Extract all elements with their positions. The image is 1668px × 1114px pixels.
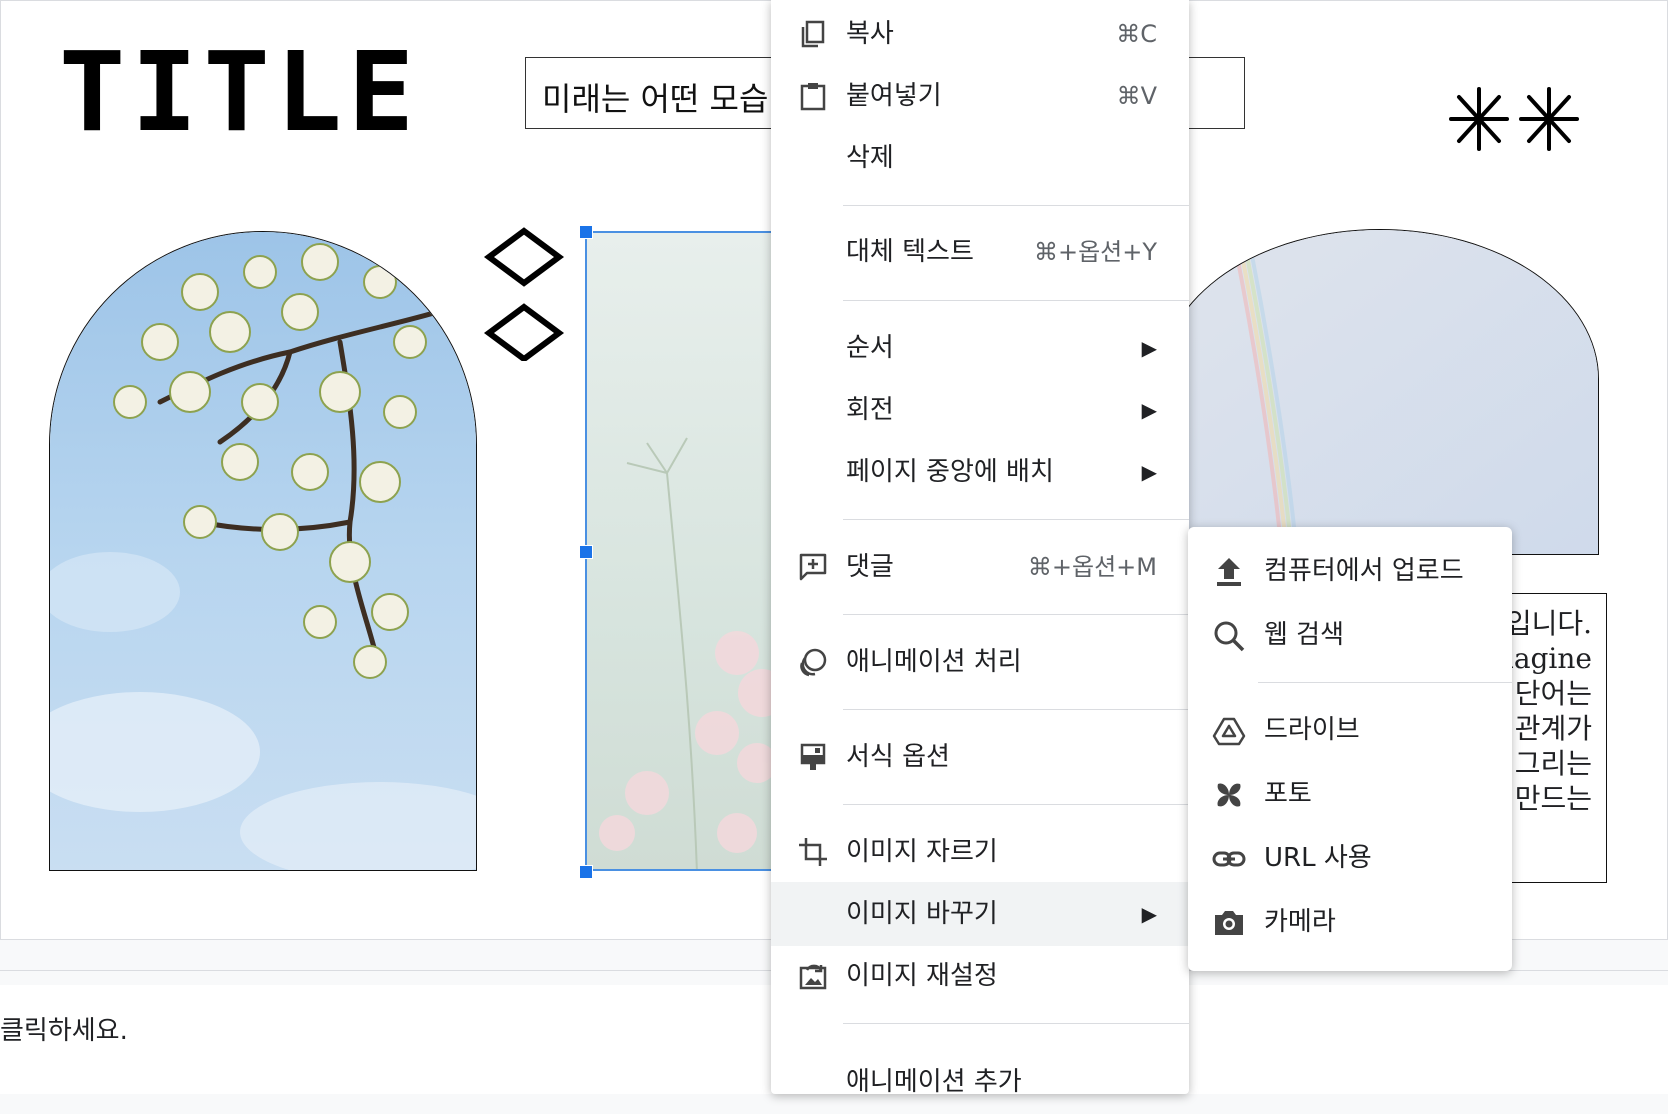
selected-flower-image[interactable] bbox=[585, 231, 785, 871]
menu-item-delete[interactable]: 삭제 bbox=[771, 126, 1189, 190]
menu-label-reset-image: 이미지 재설정 bbox=[846, 961, 998, 991]
submenu-label-upload: 컴퓨터에서 업로드 bbox=[1264, 556, 1464, 586]
submenu-arrow-icon: ▶ bbox=[1141, 398, 1157, 422]
menu-item-format-options[interactable]: 서식 옵션 bbox=[771, 725, 1189, 789]
menu-item-copy[interactable]: 복사 ⌘C bbox=[771, 2, 1189, 66]
menu-divider bbox=[843, 1023, 1189, 1024]
camera-icon bbox=[1215, 911, 1243, 935]
menu-divider bbox=[843, 205, 1189, 206]
menu-item-animate[interactable]: 애니메이션 처리 bbox=[771, 630, 1189, 694]
menu-label-copy: 복사 bbox=[846, 19, 894, 49]
upload-icon bbox=[1217, 558, 1241, 586]
submenu-label-camera: 카메라 bbox=[1264, 907, 1336, 937]
rainbow-sky-image[interactable] bbox=[1161, 229, 1599, 555]
submenu-arrow-icon: ▶ bbox=[1141, 902, 1157, 926]
copy-icon bbox=[801, 20, 825, 48]
blossom-sky-image[interactable] bbox=[49, 231, 477, 871]
submenu-item-search-web[interactable]: 웹 검색 bbox=[1188, 603, 1512, 667]
submenu-item-photos[interactable]: 포토 bbox=[1188, 762, 1512, 826]
slide-title[interactable]: TITLE bbox=[59, 37, 420, 147]
menu-item-reset-image[interactable]: 이미지 재설정 bbox=[771, 944, 1189, 1008]
link-icon bbox=[1212, 851, 1246, 867]
menu-divider bbox=[843, 709, 1189, 710]
drive-icon bbox=[1212, 717, 1246, 746]
body-line-3: 단어는 bbox=[1514, 677, 1592, 710]
submenu-item-upload[interactable]: 컴퓨터에서 업로드 bbox=[1188, 539, 1512, 603]
menu-item-crop-image[interactable]: 이미지 자르기 bbox=[771, 820, 1189, 884]
menu-label-partial: 애니메이션 추가 bbox=[846, 1067, 1022, 1097]
submenu-label-photos: 포토 bbox=[1264, 779, 1312, 809]
menu-item-order[interactable]: 순서 ▶ bbox=[771, 316, 1189, 380]
menu-label-rotate: 회전 bbox=[846, 395, 894, 425]
menu-item-alt-text[interactable]: 대체 텍스트 ⌘+옵션+Y bbox=[771, 220, 1189, 284]
animation-icon bbox=[800, 648, 827, 677]
submenu-arrow-icon: ▶ bbox=[1141, 336, 1157, 360]
body-line-5: 그리는 bbox=[1514, 747, 1592, 780]
resize-handle-middle-left[interactable] bbox=[579, 545, 593, 559]
menu-item-comment[interactable]: 댓글 ⌘+옵션+M bbox=[771, 535, 1189, 599]
format-options-icon bbox=[800, 743, 826, 770]
menu-divider bbox=[843, 614, 1189, 615]
menu-item-center-on-page[interactable]: 페이지 중앙에 배치 ▶ bbox=[771, 440, 1189, 504]
shortcut-paste: ⌘V bbox=[1116, 82, 1157, 110]
menu-label-format-options: 서식 옵션 bbox=[846, 742, 950, 772]
submenu-label-drive: 드라이브 bbox=[1264, 715, 1360, 745]
context-menu: 복사 ⌘C 붙여넣기 ⌘V 삭제 대체 텍스트 ⌘+옵션+Y 순서 ▶ 회전 ▶… bbox=[771, 0, 1189, 1097]
menu-item-replace-image[interactable]: 이미지 바꾸기 ▶ bbox=[771, 882, 1189, 946]
body-line-4: 관계가 bbox=[1514, 712, 1592, 745]
submenu-label-by-url: URL 사용 bbox=[1264, 843, 1372, 873]
resize-handle-bottom-left[interactable] bbox=[579, 865, 593, 879]
submenu-label-search-web: 웹 검색 bbox=[1264, 620, 1345, 650]
menu-label-crop-image: 이미지 자르기 bbox=[846, 837, 998, 867]
submenu-item-by-url[interactable]: URL 사용 bbox=[1188, 826, 1512, 890]
menu-divider bbox=[843, 300, 1189, 301]
resize-handle-top-left[interactable] bbox=[579, 225, 593, 239]
submenu-item-camera[interactable]: 카메라 bbox=[1188, 890, 1512, 954]
search-icon bbox=[1214, 621, 1245, 652]
reset-image-icon bbox=[799, 964, 827, 990]
asterisk-decoration-icon[interactable] bbox=[1449, 83, 1581, 155]
menu-label-animate: 애니메이션 처리 bbox=[846, 647, 1022, 677]
shortcut-comment: ⌘+옵션+M bbox=[1027, 553, 1157, 581]
subtitle-text: 미래는 어떤 모습 bbox=[542, 80, 769, 118]
submenu-arrow-icon: ▶ bbox=[1141, 460, 1157, 484]
submenu-divider bbox=[1258, 682, 1512, 683]
clipboard-icon bbox=[800, 83, 826, 111]
menu-label-comment: 댓글 bbox=[846, 552, 894, 582]
menu-label-paste: 붙여넣기 bbox=[846, 81, 942, 111]
add-comment-icon bbox=[799, 553, 827, 581]
menu-label-alt-text: 대체 텍스트 bbox=[846, 237, 974, 267]
menu-item-rotate[interactable]: 회전 ▶ bbox=[771, 378, 1189, 442]
menu-label-delete: 삭제 bbox=[846, 143, 894, 173]
speaker-notes-text[interactable]: 클릭하세요. bbox=[0, 1010, 128, 1047]
menu-divider bbox=[843, 804, 1189, 805]
menu-label-order: 순서 bbox=[846, 333, 894, 363]
menu-item-paste[interactable]: 붙여넣기 ⌘V bbox=[771, 64, 1189, 128]
menu-divider bbox=[843, 519, 1189, 520]
photos-icon bbox=[1217, 783, 1241, 807]
body-line-6: 만드는 bbox=[1514, 782, 1592, 815]
menu-item-partial[interactable]: 애니메이션 추가 bbox=[771, 1050, 1189, 1114]
crop-icon bbox=[799, 838, 827, 866]
replace-image-submenu: 컴퓨터에서 업로드 웹 검색 드라이브 포토 URL 사용 카메라 bbox=[1188, 527, 1512, 971]
submenu-item-drive[interactable]: 드라이브 bbox=[1188, 698, 1512, 762]
shortcut-copy: ⌘C bbox=[1116, 20, 1157, 48]
body-line-1: 입니다. bbox=[1505, 607, 1592, 640]
menu-label-center-on-page: 페이지 중앙에 배치 bbox=[846, 457, 1054, 487]
diamond-shapes-icon[interactable] bbox=[483, 225, 565, 361]
body-textbox[interactable]: 입니다. imagine 단어는 관계가 그리는 만드는 bbox=[1497, 593, 1607, 883]
shortcut-alt-text: ⌘+옵션+Y bbox=[1033, 238, 1157, 266]
menu-label-replace-image: 이미지 바꾸기 bbox=[846, 899, 998, 929]
